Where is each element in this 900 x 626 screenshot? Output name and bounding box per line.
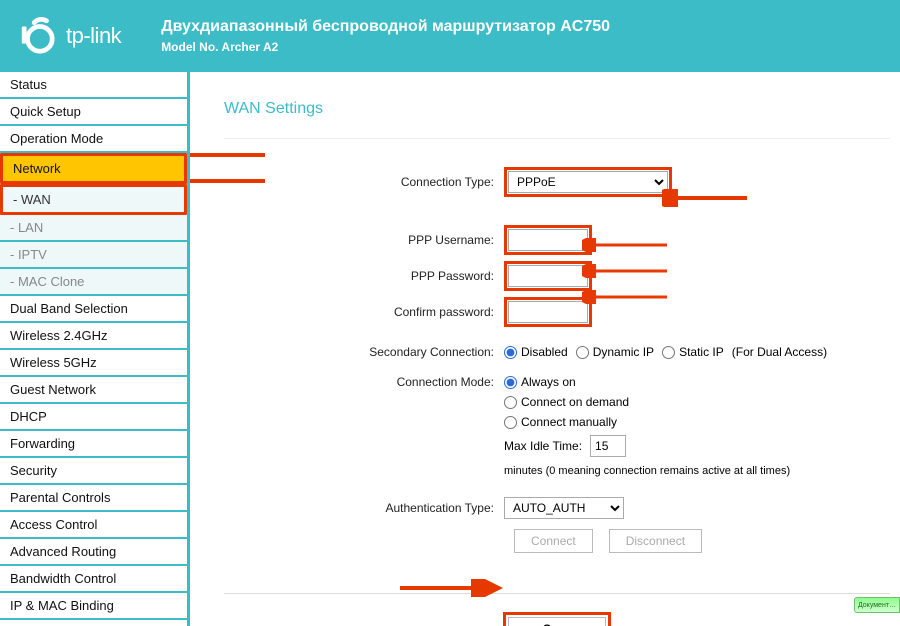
sidebar-item[interactable]: Wireless 2.4GHz: [0, 323, 187, 350]
label-ppp-username: PPP Username:: [214, 233, 504, 247]
radio-secondary-disabled[interactable]: Disabled: [504, 345, 568, 359]
header-title: Двухдиапазонный беспроводной маршрутизат…: [161, 16, 610, 38]
brand-logo: tp-link: [18, 17, 121, 55]
disconnect-button[interactable]: Disconnect: [609, 529, 702, 553]
sidebar-item[interactable]: Dynamic DNS: [0, 620, 187, 626]
sidebar-item[interactable]: Advanced Routing: [0, 539, 187, 566]
content: WAN Settings Connection Type: PPPoE PPP …: [190, 72, 900, 626]
label-auth-type: Authentication Type:: [214, 501, 504, 515]
header-titles: Двухдиапазонный беспроводной маршрутизат…: [161, 16, 610, 55]
sidebar: StatusQuick SetupOperation ModeNetwork- …: [0, 72, 190, 626]
radio-connmode-connect-on-demand[interactable]: Connect on demand: [504, 395, 629, 409]
label-ppp-password: PPP Password:: [214, 269, 504, 283]
sidebar-item[interactable]: Guest Network: [0, 377, 187, 404]
tplink-icon: [18, 17, 56, 55]
brand-text: tp-link: [66, 23, 121, 49]
radio-secondary-static-ip[interactable]: Static IP: [662, 345, 724, 359]
sidebar-subitem[interactable]: - IPTV: [0, 242, 187, 269]
input-confirm-password[interactable]: [508, 301, 588, 323]
annotation-arrow: [190, 146, 270, 164]
radio-connmode-always-on[interactable]: Always on: [504, 375, 576, 389]
label-connection-type: Connection Type:: [214, 175, 504, 189]
page-title: WAN Settings: [214, 90, 900, 132]
sidebar-item[interactable]: Access Control: [0, 512, 187, 539]
secondary-radio-group: Disabled Dynamic IP Static IP (For Dual Ac…: [504, 345, 900, 359]
sidebar-item[interactable]: Parental Controls: [0, 485, 187, 512]
header: tp-link Двухдиапазонный беспроводной мар…: [0, 0, 900, 72]
input-ppp-username[interactable]: [508, 229, 588, 251]
sidebar-item[interactable]: IP & MAC Binding: [0, 593, 187, 620]
radio-connmode-connect-manually[interactable]: Connect manually: [504, 415, 617, 429]
label-confirm-password: Confirm password:: [214, 305, 504, 319]
radio-secondary-dynamic-ip[interactable]: Dynamic IP: [576, 345, 654, 359]
select-auth-type[interactable]: AUTO_AUTH: [504, 497, 624, 519]
docs-tab[interactable]: Документ…: [854, 597, 900, 613]
connect-button[interactable]: Connect: [514, 529, 593, 553]
sidebar-item[interactable]: Wireless 5GHz: [0, 350, 187, 377]
sidebar-subitem[interactable]: - WAN: [0, 184, 187, 215]
label-minutes-note: minutes (0 meaning connection remains ac…: [504, 465, 790, 477]
sidebar-item[interactable]: Bandwidth Control: [0, 566, 187, 593]
label-secondary-connection: Secondary Connection:: [214, 345, 504, 359]
save-button[interactable]: Save: [508, 617, 606, 626]
sidebar-item[interactable]: Quick Setup: [0, 99, 187, 126]
input-ppp-password[interactable]: [508, 265, 588, 287]
sidebar-item[interactable]: Forwarding: [0, 431, 187, 458]
sidebar-item[interactable]: Dual Band Selection: [0, 296, 187, 323]
divider: [224, 138, 890, 139]
label-max-idle: Max Idle Time:: [504, 439, 582, 453]
sidebar-item[interactable]: Network: [0, 153, 187, 184]
sidebar-subitem[interactable]: - MAC Clone: [0, 269, 187, 296]
label-connection-mode: Connection Mode:: [214, 375, 504, 389]
sidebar-subitem[interactable]: - LAN: [0, 215, 187, 242]
input-max-idle[interactable]: [590, 435, 626, 457]
sidebar-item[interactable]: Security: [0, 458, 187, 485]
header-model: Model No. Archer A2: [161, 39, 610, 56]
sidebar-item[interactable]: DHCP: [0, 404, 187, 431]
sidebar-item[interactable]: Status: [0, 72, 187, 99]
select-connection-type[interactable]: PPPoE: [508, 171, 668, 193]
label-for-dual-access: (For Dual Access): [732, 345, 827, 359]
sidebar-item[interactable]: Operation Mode: [0, 126, 187, 153]
